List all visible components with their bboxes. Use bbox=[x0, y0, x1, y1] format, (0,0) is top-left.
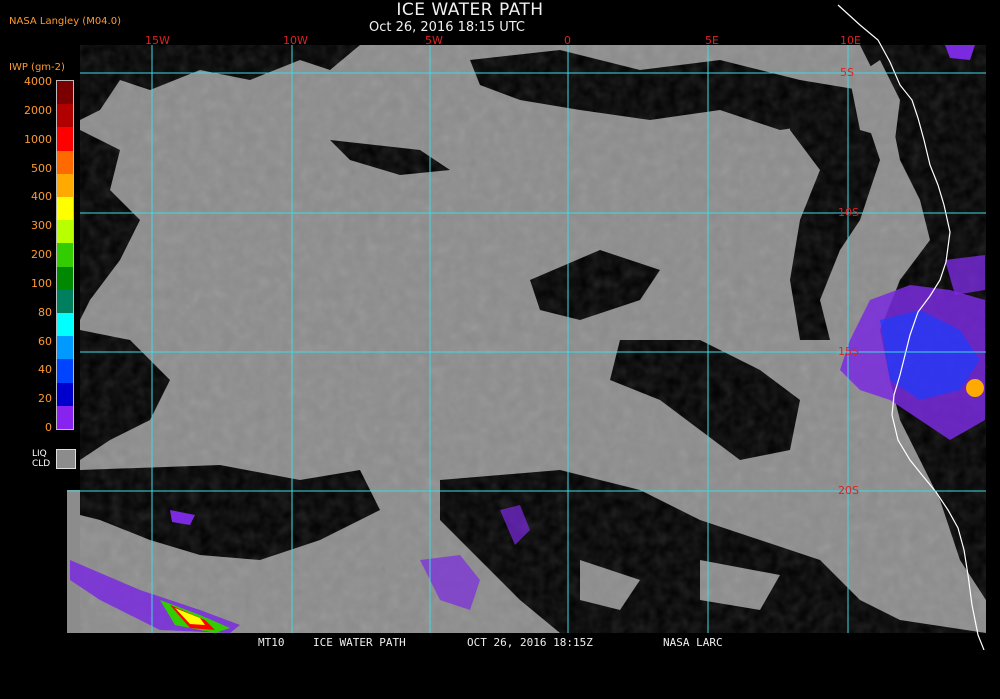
color-scale-segment bbox=[57, 197, 73, 221]
color-scale-tick-label: 0 bbox=[45, 421, 52, 434]
color-scale-tick-label: 200 bbox=[31, 248, 52, 261]
lat-label-10s: 10S bbox=[838, 206, 859, 219]
footer-datetime: OCT 26, 2016 18:15Z bbox=[467, 636, 593, 649]
color-scale-tick-label: 500 bbox=[31, 161, 52, 175]
liq-text: LIQ bbox=[32, 449, 47, 459]
color-scale-segment bbox=[57, 313, 73, 337]
color-scale-segment bbox=[57, 405, 73, 430]
lon-label-5e: 5E bbox=[705, 34, 719, 47]
color-scale-segment bbox=[57, 266, 73, 291]
color-scale-segment bbox=[57, 289, 73, 314]
ice-water-path-map bbox=[67, 4, 986, 650]
color-scale-tick-label: 40 bbox=[38, 363, 52, 377]
legend-title: IWP (gm-2) bbox=[9, 62, 65, 73]
producer-label: NASA Langley (M04.0) bbox=[9, 16, 121, 27]
color-scale-segment bbox=[57, 104, 73, 128]
liquid-cloud-swatch bbox=[56, 449, 76, 469]
map-title: ICE WATER PATH bbox=[396, 0, 544, 20]
color-scale-tick-label: 20 bbox=[38, 392, 52, 406]
color-scale-segment bbox=[57, 243, 73, 268]
color-scale-segment bbox=[57, 173, 73, 198]
lat-label-15s: 15S bbox=[838, 345, 859, 358]
lon-label-5w: 5W bbox=[425, 34, 443, 47]
color-scale-segment bbox=[57, 81, 73, 105]
color-scale-tick-label: 4000 bbox=[24, 75, 52, 88]
lon-label-0: 0 bbox=[564, 34, 571, 47]
footer-satellite: MT10 bbox=[258, 636, 285, 649]
lat-label-5s: 5S bbox=[840, 66, 854, 79]
color-scale-segment bbox=[57, 359, 73, 384]
color-scale-tick-label: 400 bbox=[31, 190, 52, 204]
cld-text: CLD bbox=[32, 459, 51, 469]
color-scale-segment bbox=[57, 150, 73, 175]
color-scale-tick-label: 80 bbox=[38, 305, 52, 319]
clear-sky-regions bbox=[80, 45, 986, 633]
color-scale-segment bbox=[57, 220, 73, 244]
lat-label-20s: 20S bbox=[838, 484, 859, 497]
color-scale-segment bbox=[57, 336, 73, 360]
color-scale-tick-label: 60 bbox=[38, 334, 52, 348]
color-scale-tick-label: 300 bbox=[31, 219, 52, 233]
color-scale-segment bbox=[57, 127, 73, 152]
color-scale-bar bbox=[56, 80, 74, 430]
liquid-cloud-label: LIQ CLD bbox=[32, 449, 50, 469]
color-scale-tick-label: 100 bbox=[31, 276, 52, 290]
color-scale-tick-label: 2000 bbox=[24, 103, 52, 117]
color-scale-tick-label: 1000 bbox=[24, 132, 52, 146]
footer-agency: NASA LARC bbox=[663, 636, 723, 649]
color-scale-segment bbox=[57, 382, 73, 407]
lon-label-10w: 10W bbox=[283, 34, 308, 47]
footer-bar: MT10 ICE WATER PATH OCT 26, 2016 18:15Z … bbox=[0, 634, 1000, 650]
footer-product: ICE WATER PATH bbox=[313, 636, 406, 649]
map-datetime: Oct 26, 2016 18:15 UTC bbox=[369, 20, 525, 35]
lon-label-15w: 15W bbox=[145, 34, 170, 47]
lon-label-10e: 10E bbox=[840, 34, 861, 47]
